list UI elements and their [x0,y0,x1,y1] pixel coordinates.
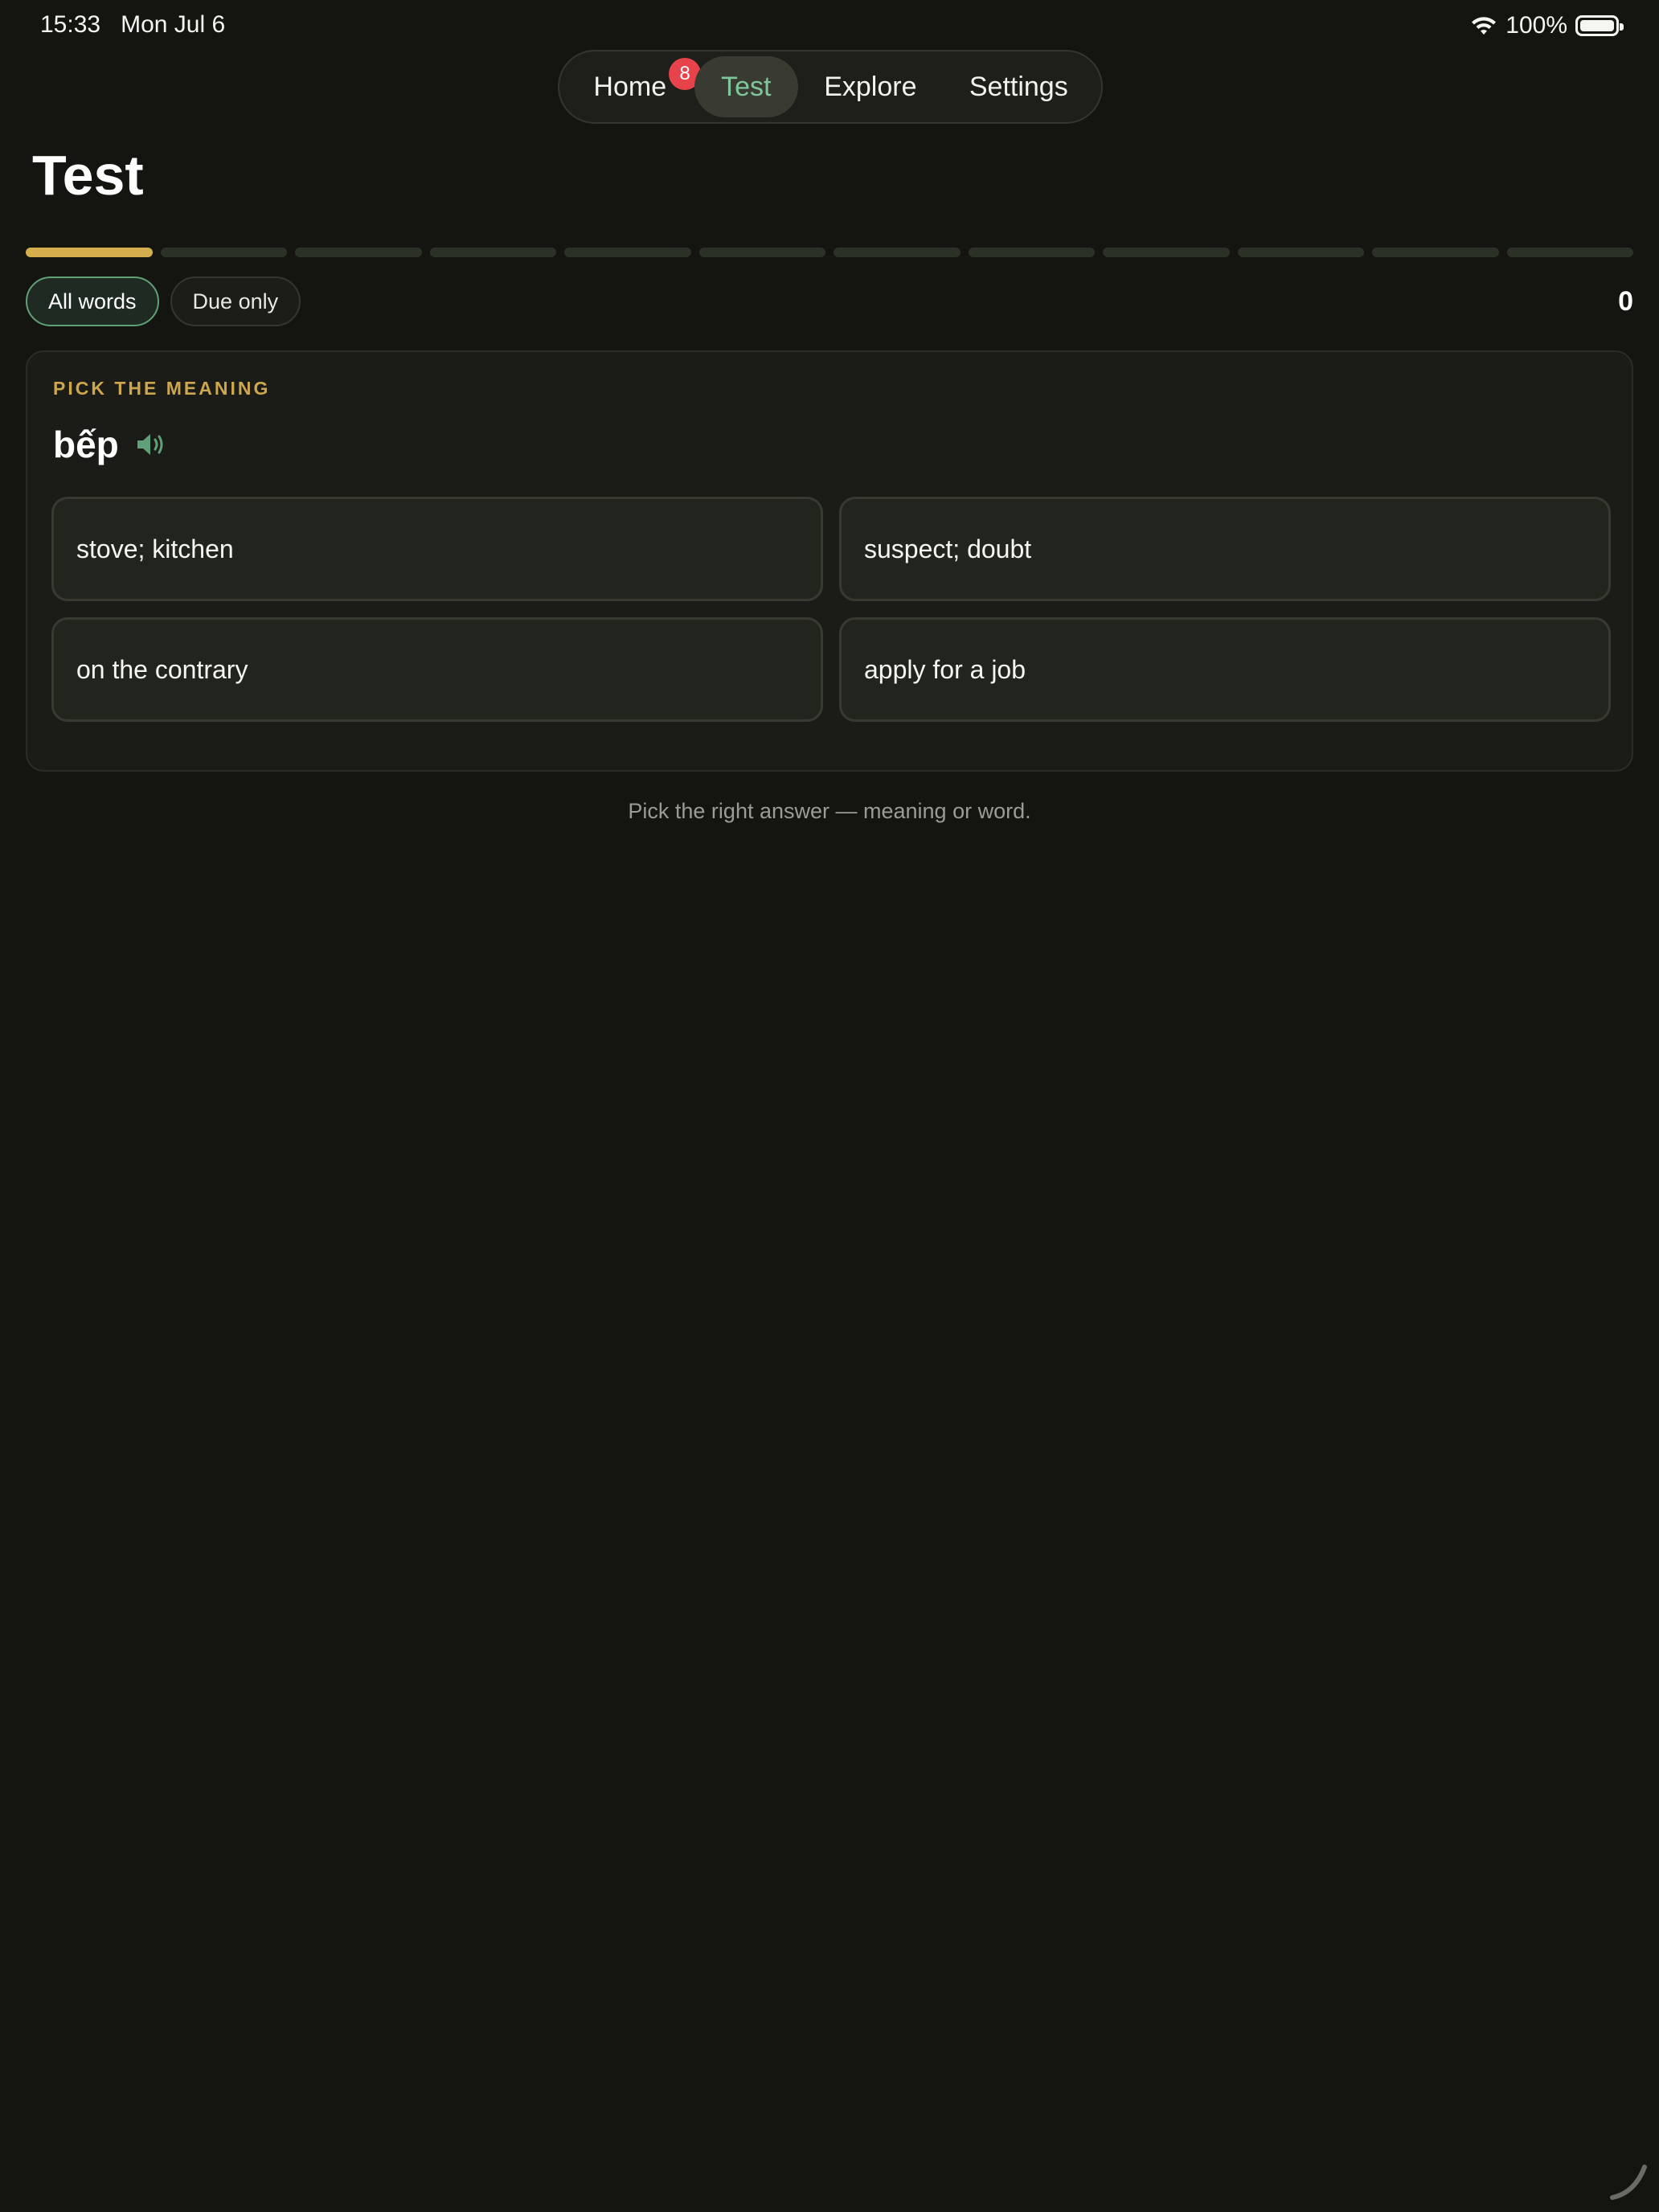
all-words-chip[interactable]: All words [26,276,159,326]
page-title: Test [32,144,144,207]
progress-segment [160,248,287,257]
answer-option[interactable]: stove; kitchen [51,497,823,601]
word-row: bếp [53,423,167,466]
battery-icon [1575,15,1624,36]
progress-segment [968,248,1095,257]
progress-segment [295,248,422,257]
status-time: 15:33 Mon Jul 6 [40,11,225,39]
score-counter: 0 [1618,286,1633,317]
tab-test-label: Test [721,71,772,102]
top-nav: Home 8 Test Explore Settings [558,50,1103,124]
tab-settings-label: Settings [969,71,1068,102]
tab-explore[interactable]: Explore [798,56,942,117]
due-only-chip[interactable]: Due only [170,276,301,326]
answer-option[interactable]: on the contrary [51,617,823,722]
wifi-icon [1472,17,1497,35]
tab-test[interactable]: Test [694,56,799,117]
speaker-icon[interactable] [135,430,167,459]
quiz-word: bếp [53,424,119,465]
quiz-card: PICK THE MEANING bếp stove; kitchen susp… [26,350,1633,772]
answer-option[interactable]: apply for a job [839,617,1611,722]
status-bar: 15:33 Mon Jul 6 100% [0,0,1659,51]
scroll-indicator-icon [1610,2165,1647,2200]
progress-segment [429,248,556,257]
quiz-progress-bar [26,248,1633,257]
status-right: 100% [1470,10,1624,42]
progress-segment [1372,248,1499,257]
prompt-label: PICK THE MEANING [53,378,271,399]
progress-segment [698,248,825,257]
battery-percent: 100% [1505,12,1567,39]
progress-segment [564,248,691,257]
tab-settings[interactable]: Settings [943,56,1095,117]
progress-segment [1103,248,1230,257]
progress-segment [834,248,961,257]
progress-segment [26,248,153,257]
time-text: 15:33 [40,11,101,38]
progress-segment [1237,248,1364,257]
filter-chips: All words Due only [26,276,301,326]
tab-explore-label: Explore [824,71,917,102]
hint-text: Pick the right answer — meaning or word. [628,799,1031,823]
progress-segment [1506,248,1633,257]
date-text: Mon Jul 6 [121,11,226,38]
answer-option[interactable]: suspect; doubt [839,497,1611,601]
tab-home-label: Home [593,71,667,102]
tab-home[interactable]: Home 8 [566,56,701,117]
